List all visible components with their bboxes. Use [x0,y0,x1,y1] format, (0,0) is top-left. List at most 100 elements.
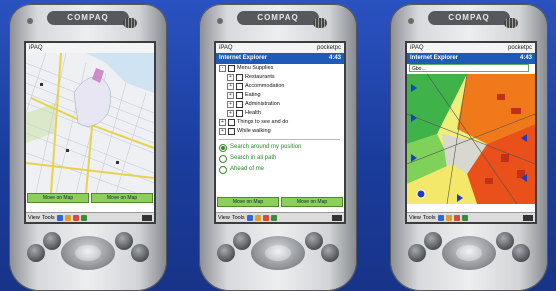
tree-item[interactable]: + Restaurants [219,73,344,82]
radio[interactable] [219,154,227,163]
back-icon[interactable] [56,214,63,221]
favorites-icon[interactable] [453,214,460,221]
tools-menu[interactable]: Tools [423,213,436,223]
calendar-button[interactable] [217,244,235,262]
search-option-label: Search around my position [230,144,302,150]
back-icon[interactable] [437,214,444,221]
screen-3: iPAQ pocketpc Internet Explorer 4:43 Gbo… [405,41,537,224]
move-on-map-button[interactable]: Move on Map [217,197,279,207]
navigation-pad[interactable] [61,236,115,270]
expand-icon[interactable]: + [219,119,226,126]
pda-device-3: COMPAQ iPAQ pocketpc Internet Explorer 4… [390,4,548,291]
navigation-pad-center[interactable] [456,245,482,261]
navigation-pad[interactable] [251,236,305,270]
tree-item-label: While walking [237,128,271,134]
layer-dropdown-value: Gbo... [412,66,426,72]
tree-item[interactable]: + Eating [219,91,344,100]
status-bar-label: iPAQ [29,45,43,51]
collapse-icon[interactable]: - [219,65,226,72]
expand-icon[interactable]: + [227,92,234,99]
status-led [217,18,223,24]
checkbox[interactable] [228,119,235,126]
app-clock: 4:43 [328,55,341,61]
tree-item[interactable]: + Accommodation [219,82,344,91]
contacts-button[interactable] [43,232,61,250]
ipaq-task-button[interactable] [512,244,530,262]
taskbar: View Tools [216,212,344,222]
view-menu[interactable]: View [218,213,230,223]
inbox-button[interactable] [496,232,514,250]
taskbar: View Tools [407,212,535,222]
street-map[interactable] [26,52,154,194]
ipaq-task-button[interactable] [321,244,339,262]
checkbox[interactable] [236,110,243,117]
keyboard-icon[interactable] [142,214,152,221]
favorites-icon[interactable] [262,214,269,221]
move-on-map-button-2[interactable]: Move on Map [281,197,343,207]
navigation-pad-center[interactable] [265,245,291,261]
move-on-map-button[interactable]: Move on Map [27,193,89,203]
ipaq-task-button[interactable] [131,244,149,262]
map-button-bar: Move on Map Move on Map [216,197,344,207]
contacts-button[interactable] [424,232,442,250]
refresh-icon[interactable] [80,214,87,221]
contacts-button[interactable] [233,232,251,250]
keyboard-icon[interactable] [523,214,533,221]
inbox-button[interactable] [305,232,323,250]
tools-menu[interactable]: Tools [42,213,55,223]
refresh-icon[interactable] [461,214,468,221]
divider [219,139,340,140]
expand-icon[interactable]: + [227,110,234,117]
expand-icon[interactable]: + [227,83,234,90]
keyboard-icon[interactable] [332,214,342,221]
map-button-bar: Move on Map Move on Map [26,193,154,203]
checkbox[interactable] [236,92,243,99]
hardware-buttons [390,230,548,290]
navigation-pad-center[interactable] [75,245,101,261]
radio[interactable] [219,165,227,174]
tree-item[interactable]: + While walking [219,127,344,136]
calendar-button[interactable] [408,244,426,262]
favorites-icon[interactable] [72,214,79,221]
tree-item-label: Eating [245,92,261,98]
calendar-button[interactable] [27,244,45,262]
refresh-icon[interactable] [270,214,277,221]
status-bar: iPAQ pocketpc [216,43,344,53]
home-icon[interactable] [254,214,261,221]
zoning-map[interactable] [407,74,535,204]
move-on-map-button-2[interactable]: Move on Map [91,193,153,203]
search-option[interactable]: Search in all path [219,153,344,164]
checkbox[interactable] [228,128,235,135]
view-menu[interactable]: View [28,213,40,223]
street-map-graphic [26,52,154,194]
back-icon[interactable] [246,214,253,221]
checkbox[interactable] [236,101,243,108]
tree-item-label: Health [245,110,261,116]
expand-icon[interactable]: + [219,128,226,135]
taskbar: View Tools [26,212,154,222]
checkbox[interactable] [236,83,243,90]
navigation-pad[interactable] [442,236,496,270]
checkbox[interactable] [236,74,243,81]
screen-1: iPAQ Move on Map Move on Map View Tools [24,41,156,224]
search-option[interactable]: Ahead of me [219,164,344,175]
home-icon[interactable] [64,214,71,221]
expand-icon[interactable]: + [227,101,234,108]
tree-item[interactable]: - Menu Supplies [219,64,344,73]
category-tree: - Menu Supplies + Restaurants + Accommodati… [216,64,344,184]
radio-selected[interactable] [219,143,227,152]
tree-item[interactable]: + Things to see and do [219,118,344,127]
checkbox[interactable] [228,65,235,72]
tree-item[interactable]: + Health [219,109,344,118]
home-icon[interactable] [445,214,452,221]
layer-dropdown[interactable]: Gbo... [409,64,529,72]
view-menu[interactable]: View [409,213,421,223]
search-option[interactable]: Search around my position [219,142,344,153]
tree-item[interactable]: + Administration [219,100,344,109]
hardware-buttons [9,230,167,290]
tree-item-label: Accommodation [245,83,285,89]
tree-item-label: Restaurants [245,74,275,80]
tools-menu[interactable]: Tools [232,213,245,223]
inbox-button[interactable] [115,232,133,250]
expand-icon[interactable]: + [227,74,234,81]
